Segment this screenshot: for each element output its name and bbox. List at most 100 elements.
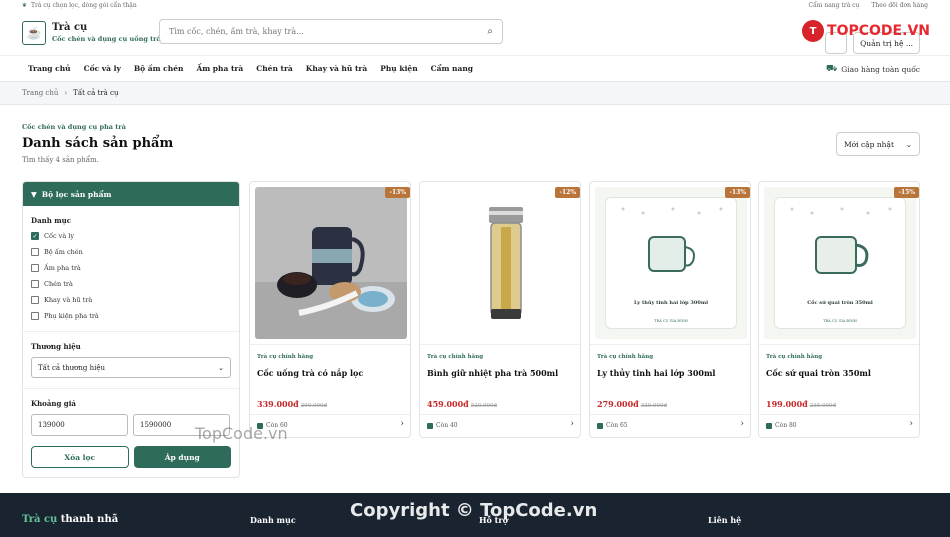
- current-price: 459.000đ: [427, 399, 469, 409]
- category-section: Danh mục ✓ Cốc và ly Bộ ấm chén Ấm pha tr…: [23, 216, 239, 321]
- product-image[interactable]: [425, 187, 577, 339]
- nav-teapots[interactable]: Ấm pha trà: [196, 64, 243, 73]
- product-image[interactable]: [255, 187, 407, 339]
- divider: [23, 388, 239, 389]
- image-caption: Cốc sứ quai tròn 350ml: [807, 300, 873, 306]
- current-price: 279.000đ: [597, 399, 639, 409]
- checkbox[interactable]: [31, 296, 39, 304]
- category-checkbox-accessories[interactable]: Phụ kiện pha trà: [31, 311, 231, 321]
- product-card[interactable]: -13% Trà cụ chính hãng Cốc uống trà có n…: [249, 181, 411, 438]
- footer-col-categories: Danh mục: [250, 515, 296, 525]
- nav-handbook[interactable]: Cẩm nang: [431, 64, 473, 73]
- divider: [759, 414, 919, 415]
- category-checkbox-teapots[interactable]: Ấm pha trà: [31, 263, 231, 273]
- clear-filter-button[interactable]: Xóa lọc: [31, 446, 129, 468]
- product-image[interactable]: Ly thủy tinh hai lớp 300ml TRÀ CỤ GIA ĐÌ…: [595, 187, 747, 339]
- brand-select-value: Tất cả thương hiệu: [38, 363, 105, 372]
- thermos-photo: [425, 187, 577, 339]
- brand-select[interactable]: Tất cả thương hiệu ⌄: [31, 357, 231, 378]
- search-icon[interactable]: ⌕: [487, 26, 493, 37]
- product-price: 279.000đ 320.000đ: [597, 399, 667, 409]
- search-bar: ⌕: [159, 19, 503, 44]
- divider: [250, 414, 410, 415]
- nav-trays[interactable]: Khay và hũ trà: [306, 64, 367, 73]
- image-subcaption: TRÀ CỤ GIA ĐÌNH: [823, 319, 857, 323]
- category-checkbox-bowls[interactable]: Chén trà: [31, 279, 231, 289]
- footer-col-contact: Liên hệ: [708, 515, 742, 525]
- shipping-text: Giao hàng toàn quốc: [841, 65, 920, 74]
- filter-title: Bộ lọc sản phẩm: [41, 189, 112, 199]
- box-icon: [427, 422, 433, 429]
- nav-accessories[interactable]: Phụ kiện: [380, 64, 417, 73]
- checkbox[interactable]: [31, 248, 39, 256]
- category-checkbox-trays[interactable]: Khay và hũ trà: [31, 295, 231, 305]
- price-label: Khoảng giá: [31, 399, 76, 408]
- category-option-label: Ấm pha trà: [44, 264, 81, 272]
- top-link-track[interactable]: Theo dõi đơn hàng: [871, 2, 928, 9]
- chevron-right-icon: ›: [64, 89, 68, 97]
- category-checkbox-tea-sets[interactable]: Bộ ấm chén: [31, 247, 231, 257]
- cup-logo-icon[interactable]: ☕: [22, 20, 46, 45]
- nav-tea-bowls[interactable]: Chén trà: [256, 64, 293, 73]
- product-price: 459.000đ 520.000đ: [427, 399, 497, 409]
- chevron-right-icon[interactable]: ›: [909, 419, 913, 429]
- product-name[interactable]: Ly thủy tinh hai lớp 300ml: [597, 368, 715, 378]
- product-name[interactable]: Bình giữ nhiệt pha trà 500ml: [427, 368, 558, 378]
- old-price: 390.000đ: [300, 403, 328, 409]
- breadcrumb-home[interactable]: Trang chủ: [22, 89, 58, 97]
- discount-badge: -12%: [555, 187, 580, 198]
- category-checkbox-cups[interactable]: ✓ Cốc và ly: [31, 231, 231, 241]
- old-price: 235.000đ: [809, 403, 837, 409]
- category-option-label: Khay và hũ trà: [44, 296, 93, 304]
- breadcrumb-current: Tất cả trà cụ: [73, 89, 119, 97]
- sort-select[interactable]: Mới cập nhật ⌄: [836, 132, 920, 156]
- product-price: 339.000đ 390.000đ: [257, 399, 327, 409]
- brand[interactable]: Trà cụ Cốc chén và dụng cụ uống trà: [52, 22, 161, 43]
- product-card[interactable]: Cốc sứ quai tròn 350ml TRÀ CỤ GIA ĐÌNH -…: [758, 181, 920, 438]
- product-name[interactable]: Cốc uống trà có nắp lọc: [257, 368, 363, 378]
- product-name[interactable]: Cốc sứ quai tròn 350ml: [766, 368, 871, 378]
- product-price: 199.000đ 235.000đ: [766, 399, 836, 409]
- chevron-right-icon[interactable]: ›: [740, 419, 744, 429]
- chevron-right-icon[interactable]: ›: [400, 419, 404, 429]
- copyright-watermark: Copyright © TopCode.vn: [350, 500, 598, 521]
- product-tag: Trà cụ chính hãng: [257, 354, 314, 360]
- stock-text: Còn 65: [606, 422, 628, 429]
- topcode-logo-text: TOPCODE.VN: [827, 23, 930, 39]
- top-bar: ❦ Trà cụ chọn lọc, dòng gói cẩn thận Cẩm…: [0, 0, 950, 10]
- price-min-input[interactable]: 139000: [31, 414, 128, 436]
- brand-tagline: Cốc chén và dụng cụ uống trà: [52, 35, 161, 43]
- image-caption: Ly thủy tinh hai lớp 300ml: [633, 300, 709, 306]
- current-price: 199.000đ: [766, 399, 808, 409]
- old-price: 320.000đ: [640, 403, 668, 409]
- product-image[interactable]: Cốc sứ quai tròn 350ml TRÀ CỤ GIA ĐÌNH: [764, 187, 916, 339]
- search-input[interactable]: [169, 27, 488, 36]
- category-option-label: Cốc và ly: [44, 232, 75, 240]
- stock-info: Còn 40: [427, 422, 458, 429]
- nav-home[interactable]: Trang chủ: [28, 64, 71, 73]
- topcode-watermark-logo: T TOPCODE.VN: [802, 20, 930, 42]
- checkbox[interactable]: [31, 280, 39, 288]
- image-subcaption: TRÀ CỤ GIA ĐÌNH: [654, 319, 688, 323]
- top-link-guide[interactable]: Cẩm nang trà cụ: [809, 2, 860, 9]
- chevron-down-icon: ⌄: [218, 363, 224, 372]
- brand-name: Trà cụ: [52, 22, 88, 33]
- mug-illustration-icon: [790, 207, 892, 274]
- product-tag: Trà cụ chính hãng: [766, 354, 823, 360]
- product-card[interactable]: -12% Trà cụ chính hãng Bình giữ nhiệt ph…: [419, 181, 581, 438]
- footer-brand: Trà cụ thanh nhã: [22, 514, 118, 525]
- checkbox[interactable]: [31, 264, 39, 272]
- box-icon: [766, 422, 772, 429]
- nav-cups[interactable]: Cốc và ly: [84, 64, 121, 73]
- top-bar-tagline: Trà cụ chọn lọc, dòng gói cẩn thận: [31, 1, 137, 9]
- stock-text: Còn 80: [775, 422, 797, 429]
- nav-tea-sets[interactable]: Bộ ấm chén: [134, 64, 184, 73]
- apply-filter-button[interactable]: Áp dụng: [133, 446, 231, 468]
- stock-info: Còn 65: [597, 422, 628, 429]
- leaf-icon: ❦: [22, 1, 28, 9]
- checkbox[interactable]: [31, 312, 39, 320]
- checkbox-checked[interactable]: ✓: [31, 232, 39, 240]
- product-card[interactable]: Ly thủy tinh hai lớp 300ml TRÀ CỤ GIA ĐÌ…: [589, 181, 751, 438]
- divider: [23, 331, 239, 332]
- chevron-right-icon[interactable]: ›: [570, 419, 574, 429]
